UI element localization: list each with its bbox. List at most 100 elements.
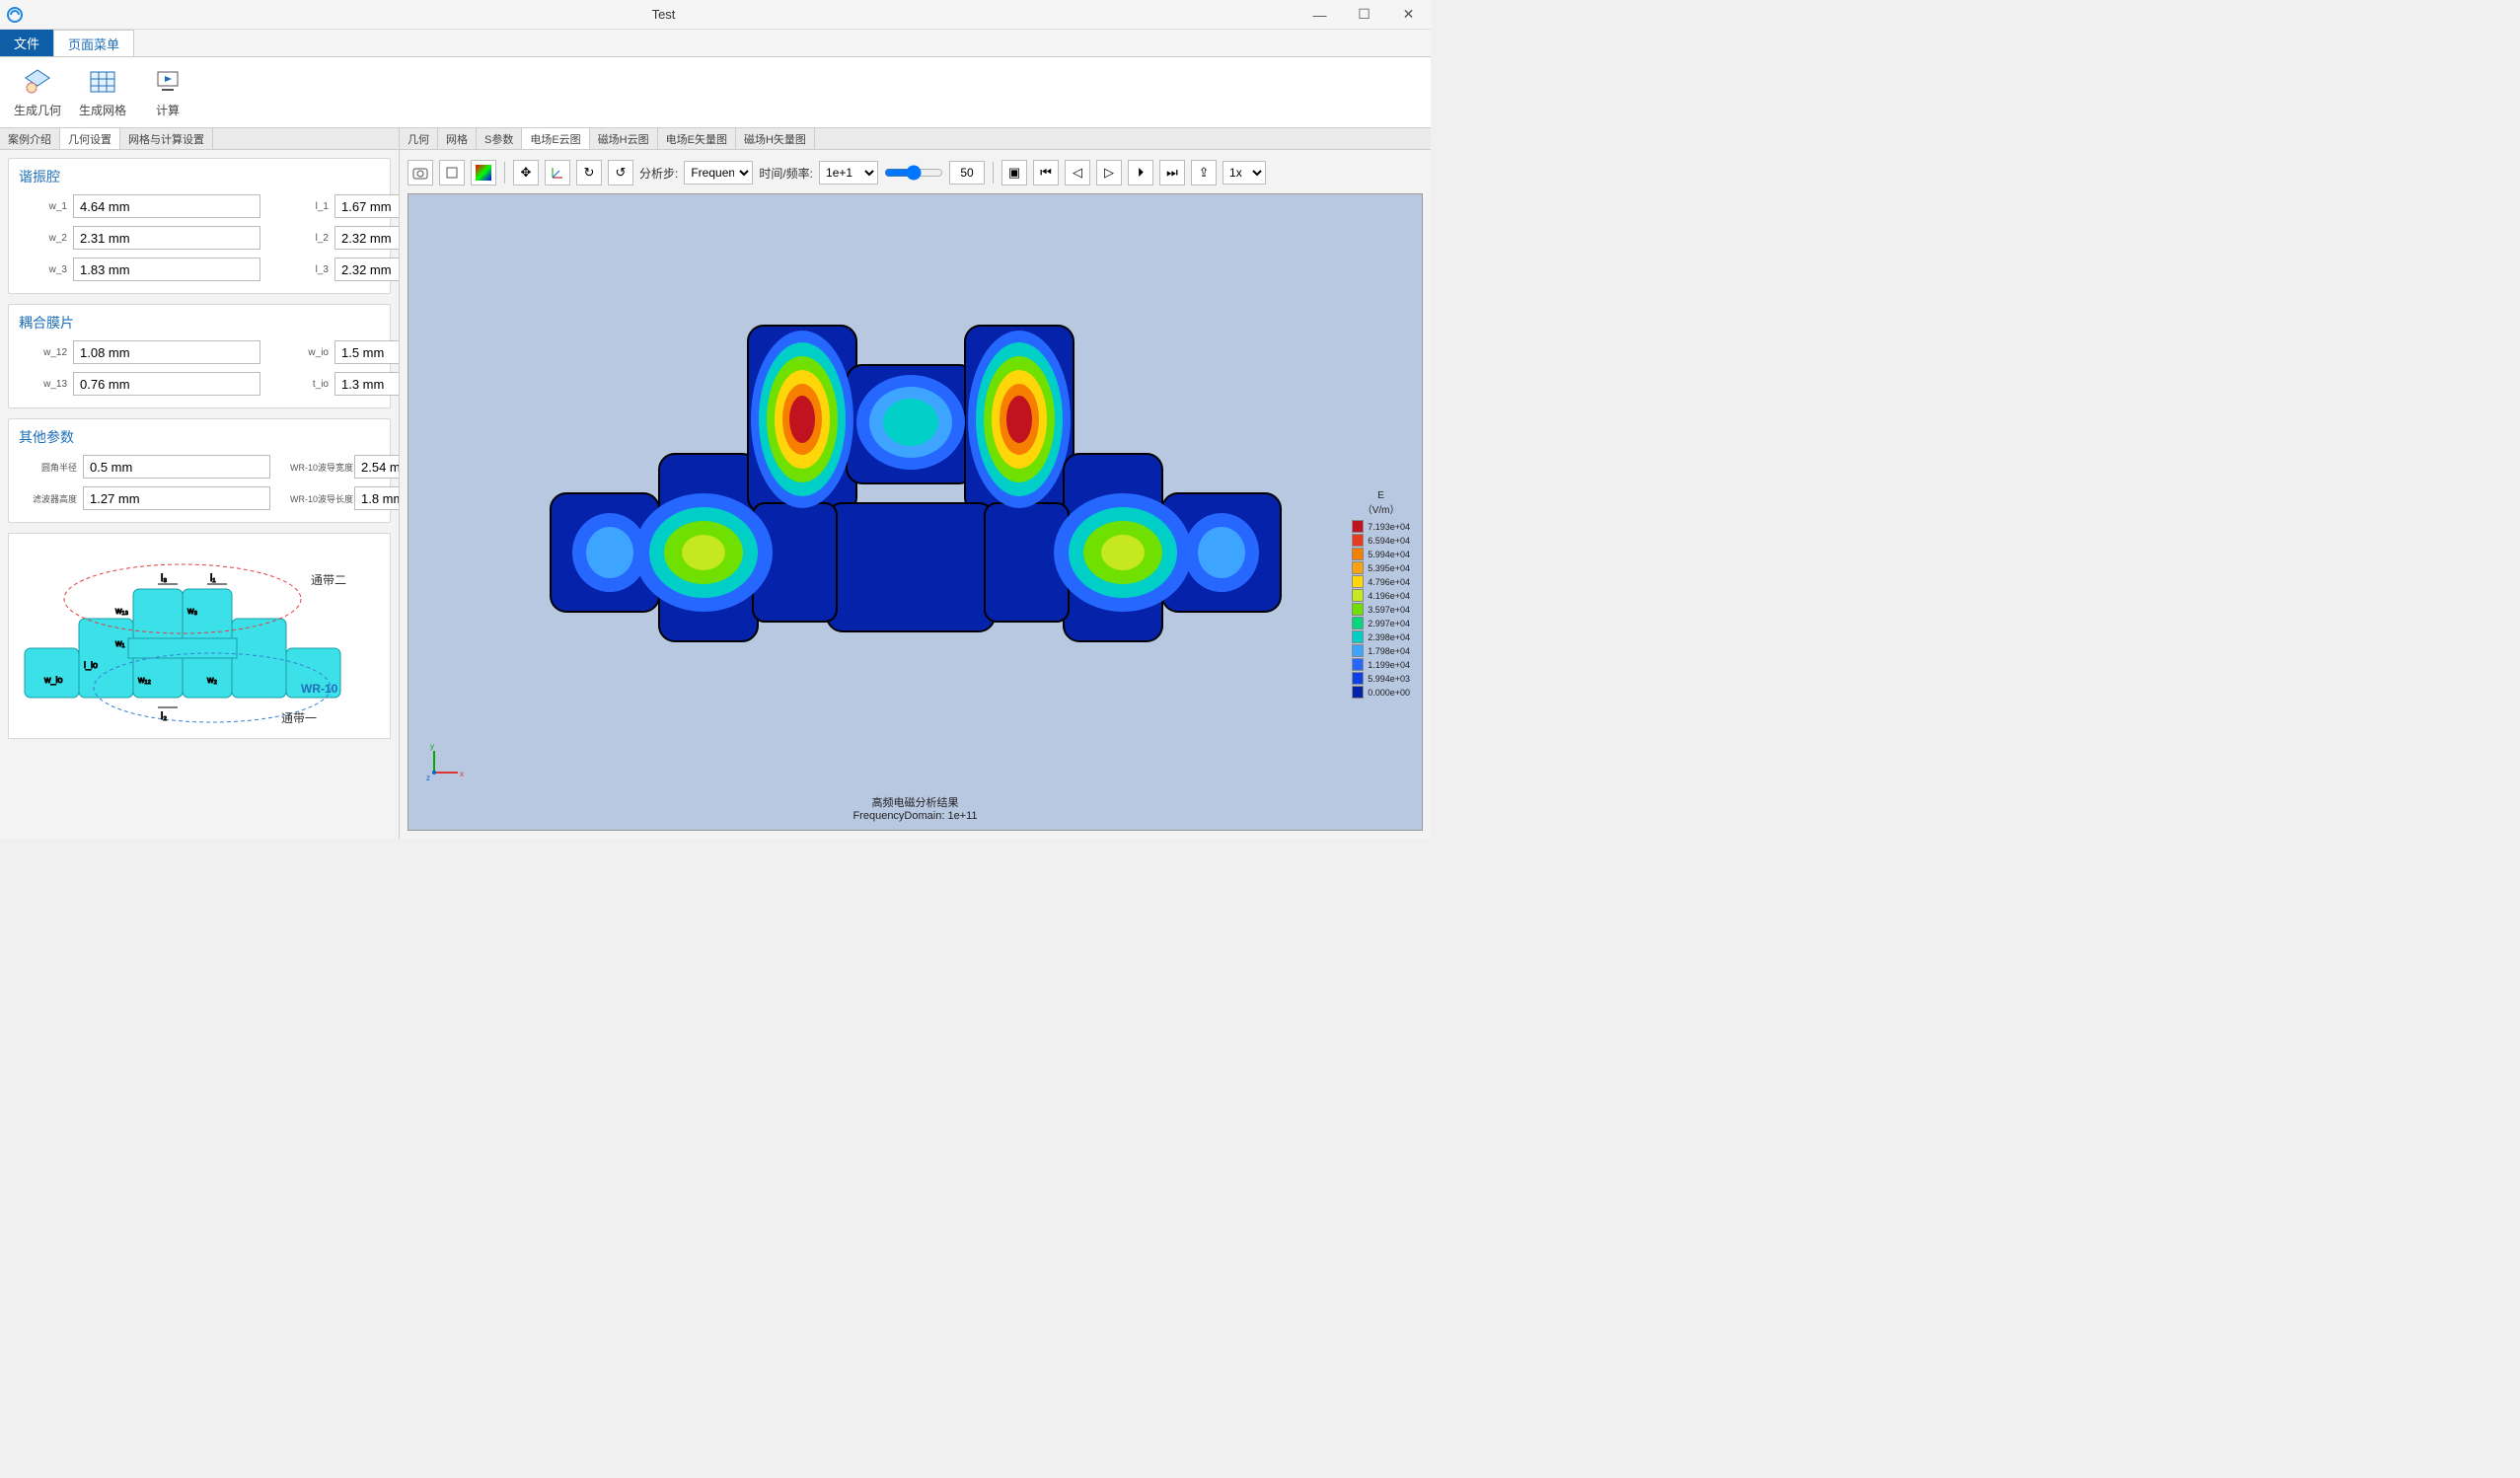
compute-button[interactable]: 计算 — [138, 61, 197, 123]
group-resonator: 谐振腔 w_1 l_1 w_2 l_2 w_3 l_3 — [8, 158, 391, 294]
input-wr10l[interactable] — [354, 486, 399, 510]
minimize-button[interactable]: — — [1297, 0, 1342, 30]
rtab-efield-vector[interactable]: 电场E矢量图 — [658, 128, 736, 149]
cube-icon[interactable] — [439, 160, 465, 185]
legend-swatch — [1352, 658, 1364, 671]
last-icon[interactable]: ⏭ — [1159, 160, 1185, 185]
legend-swatch — [1352, 561, 1364, 574]
legend-value: 1.199e+04 — [1368, 660, 1410, 670]
group-coupling: 耦合膜片 w_12 w_io w_13 t_io — [8, 304, 391, 408]
rtab-mesh[interactable]: 网格 — [438, 128, 477, 149]
speed-select[interactable]: 1x — [1223, 161, 1266, 185]
svg-text:l₁: l₁ — [210, 573, 216, 584]
rotate2-icon[interactable]: ↺ — [608, 160, 633, 185]
viewport-3d[interactable]: y x z 高频电磁分析结果 FrequencyDomain: 1e+11 E … — [408, 193, 1423, 831]
input-l3[interactable] — [334, 258, 399, 281]
colormap-icon[interactable] — [471, 160, 496, 185]
caption-line2: FrequencyDomain: 1e+11 — [852, 810, 977, 822]
tab-file[interactable]: 文件 — [0, 30, 53, 56]
legend-row: 1.798e+04 — [1352, 644, 1410, 657]
camera-icon[interactable] — [408, 160, 433, 185]
legend-swatch — [1352, 644, 1364, 657]
legend-row: 4.796e+04 — [1352, 575, 1410, 588]
ribbon-tabs: 文件 页面菜单 — [0, 30, 1431, 57]
axis-gizmo: y x z — [426, 741, 466, 780]
viewport-toolbar: ✥ ↻ ↺ 分析步: Frequency 时间/频率: 1e+1 ▣ ⏮ ◁ ▷… — [408, 158, 1423, 187]
legend-row: 4.196e+04 — [1352, 589, 1410, 602]
svg-text:w₁₃: w₁₃ — [114, 606, 129, 616]
fit-icon[interactable]: ✥ — [513, 160, 539, 185]
legend-row: 1.199e+04 — [1352, 658, 1410, 671]
lbl-tio: t_io — [280, 379, 334, 390]
axes-icon[interactable] — [545, 160, 570, 185]
subtab-mesh-compute[interactable]: 网格与计算设置 — [120, 128, 213, 149]
input-l1[interactable] — [334, 194, 399, 218]
legend-value: 6.594e+04 — [1368, 536, 1410, 546]
svg-text:w_io: w_io — [43, 675, 63, 685]
maximize-button[interactable]: ☐ — [1342, 0, 1386, 30]
input-w12[interactable] — [73, 340, 260, 364]
frame-value[interactable] — [949, 161, 985, 185]
legend-swatch — [1352, 534, 1364, 547]
input-w3[interactable] — [73, 258, 260, 281]
time-select[interactable]: 1e+1 — [819, 161, 878, 185]
lbl-w3: w_3 — [19, 264, 73, 275]
input-tio[interactable] — [334, 372, 399, 396]
input-filth[interactable] — [83, 486, 270, 510]
rtab-hfield-cloud[interactable]: 磁场H云图 — [590, 128, 658, 149]
gen-geom-label: 生成几何 — [14, 102, 61, 118]
mesh-icon — [87, 66, 118, 98]
title-bar: Test — ☐ ✕ — [0, 0, 1431, 30]
input-l2[interactable] — [334, 226, 399, 250]
legend-row: 2.398e+04 — [1352, 630, 1410, 643]
frame-slider[interactable] — [884, 165, 943, 181]
play-icon[interactable]: ▷ — [1096, 160, 1122, 185]
step-select[interactable]: Frequency — [684, 161, 753, 185]
record-icon[interactable]: ▣ — [1001, 160, 1027, 185]
svg-text:y: y — [430, 742, 434, 751]
legend-swatch — [1352, 520, 1364, 533]
tab-page-menu[interactable]: 页面菜单 — [53, 30, 134, 56]
svg-text:l_io: l_io — [84, 660, 98, 670]
lbl-w12: w_12 — [19, 347, 73, 358]
legend-row: 7.193e+04 — [1352, 520, 1410, 533]
next-icon[interactable]: ⏵ — [1128, 160, 1153, 185]
input-wr10w[interactable] — [354, 455, 399, 479]
left-subtabs: 案例介绍 几何设置 网格与计算设置 — [0, 128, 399, 150]
input-w1[interactable] — [73, 194, 260, 218]
subtab-case-intro[interactable]: 案例介绍 — [0, 128, 60, 149]
rotate-icon[interactable]: ↻ — [576, 160, 602, 185]
svg-text:x: x — [460, 770, 464, 778]
lbl-l2: l_2 — [280, 233, 334, 244]
legend-row: 5.994e+03 — [1352, 672, 1410, 685]
subtab-geom-settings[interactable]: 几何设置 — [60, 128, 120, 149]
svg-text:l₂: l₂ — [161, 711, 167, 722]
lbl-filth: 滤波器高度 — [19, 492, 83, 505]
input-w13[interactable] — [73, 372, 260, 396]
export-icon[interactable]: ⇪ — [1191, 160, 1217, 185]
prev-icon[interactable]: ◁ — [1065, 160, 1090, 185]
input-fillet[interactable] — [83, 455, 270, 479]
legend-value: 1.798e+04 — [1368, 646, 1410, 656]
rtab-hfield-vector[interactable]: 磁场H矢量图 — [736, 128, 815, 149]
legend-value: 4.196e+04 — [1368, 591, 1410, 601]
rtab-sparam[interactable]: S参数 — [477, 128, 522, 149]
legend-swatch — [1352, 686, 1364, 699]
svg-text:w₃: w₃ — [186, 606, 197, 616]
close-button[interactable]: ✕ — [1386, 0, 1431, 30]
input-w2[interactable] — [73, 226, 260, 250]
first-icon[interactable]: ⏮ — [1033, 160, 1059, 185]
rtab-geom[interactable]: 几何 — [400, 128, 438, 149]
input-wio[interactable] — [334, 340, 399, 364]
svg-text:w₂: w₂ — [206, 675, 217, 685]
compute-icon — [152, 66, 184, 98]
gen-mesh-button[interactable]: 生成网格 — [73, 61, 132, 123]
lbl-wr10l: WR-10波导长度 — [290, 492, 354, 505]
rtab-efield-cloud[interactable]: 电场E云图 — [522, 128, 589, 149]
legend-value: 4.796e+04 — [1368, 577, 1410, 587]
gen-geom-button[interactable]: 生成几何 — [8, 61, 67, 123]
legend-value: 5.994e+04 — [1368, 550, 1410, 559]
legend-value: 5.395e+04 — [1368, 563, 1410, 573]
right-subtabs: 几何 网格 S参数 电场E云图 磁场H云图 电场E矢量图 磁场H矢量图 — [400, 128, 1431, 150]
caption-line1: 高频电磁分析结果 — [852, 794, 977, 810]
